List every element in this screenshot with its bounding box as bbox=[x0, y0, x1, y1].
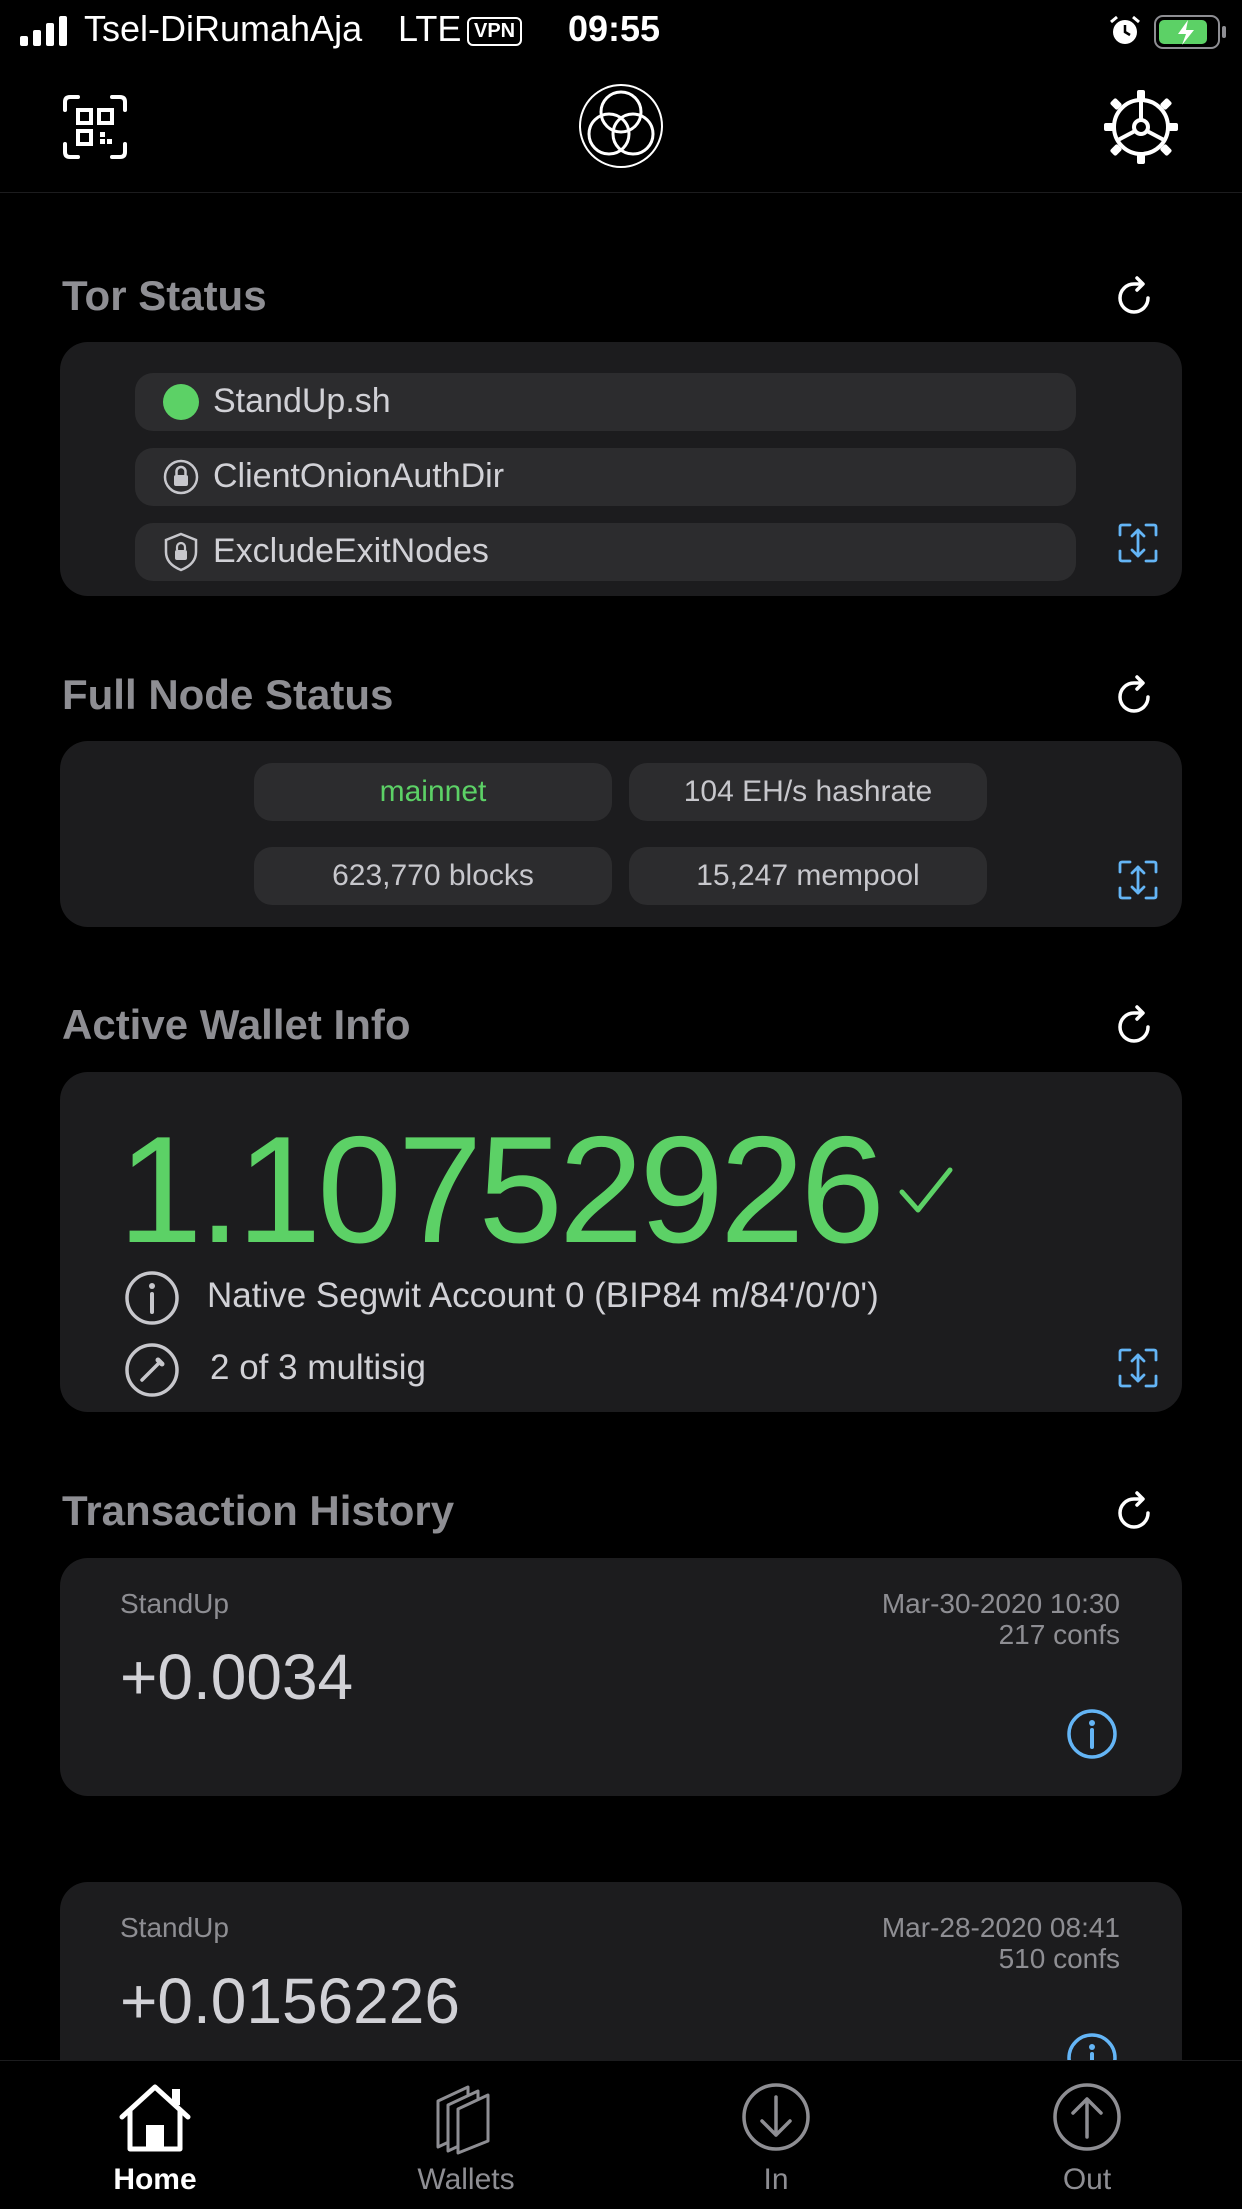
tab-out[interactable]: Out bbox=[1007, 2061, 1167, 2209]
tor-item-standup[interactable]: StandUp.sh bbox=[135, 373, 1076, 431]
carrier-name: Tsel-DiRumahAja bbox=[84, 8, 363, 49]
tx-timestamp: Mar-30-2020 10:30 217 confs bbox=[700, 1588, 1120, 1650]
mempool-badge: 15,247 mempool bbox=[629, 847, 987, 905]
wallet-expand-icon[interactable] bbox=[1116, 1346, 1160, 1390]
tx-date: Mar-28-2020 08:41 bbox=[881, 1912, 1120, 1943]
tab-in[interactable]: In bbox=[696, 2061, 856, 2209]
checkmark-icon bbox=[899, 1167, 953, 1213]
tab-label: Wallets bbox=[417, 2163, 515, 2196]
tx-date: Mar-30-2020 10:30 bbox=[881, 1588, 1120, 1619]
network-badge: mainnet bbox=[254, 763, 612, 821]
transaction-history-title: Transaction History bbox=[62, 1487, 455, 1534]
tor-item-client-onion-auth-dir[interactable]: ClientOnionAuthDir bbox=[135, 448, 1076, 506]
info-icon bbox=[125, 1271, 179, 1325]
tor-status-title: Tor Status bbox=[62, 272, 267, 319]
wallet-refresh-icon[interactable] bbox=[1110, 1003, 1158, 1051]
app-logo-icon bbox=[579, 84, 663, 168]
home-icon bbox=[119, 2084, 191, 2152]
wallet-account: Native Segwit Account 0 (BIP84 m/84'/0'/… bbox=[207, 1276, 879, 1315]
tx-timestamp: Mar-28-2020 08:41 510 confs bbox=[700, 1912, 1120, 1974]
nav-bar bbox=[0, 64, 1242, 193]
tab-label: In bbox=[763, 2163, 789, 2196]
network-type: LTE bbox=[398, 8, 462, 49]
tor-refresh-icon[interactable] bbox=[1110, 274, 1158, 322]
hashrate-badge: 104 EH/s hashrate bbox=[629, 763, 987, 821]
tor-item-exclude-exit-nodes[interactable]: ExcludeExitNodes bbox=[135, 523, 1076, 581]
tx-amount: +0.0156226 bbox=[120, 1965, 460, 2037]
info-icon[interactable] bbox=[1066, 1708, 1118, 1760]
tab-wallets[interactable]: Wallets bbox=[386, 2061, 546, 2209]
tor-item-label: ClientOnionAuthDir bbox=[213, 457, 505, 495]
tab-label: Out bbox=[1062, 2163, 1112, 2196]
tor-item-label: StandUp.sh bbox=[213, 382, 391, 420]
tx-amount: +0.0034 bbox=[120, 1641, 354, 1713]
battery-icon bbox=[1154, 15, 1226, 49]
gear-icon[interactable] bbox=[1104, 90, 1178, 164]
arrow-up-circle-icon bbox=[1053, 2083, 1121, 2151]
alarm-icon bbox=[1110, 15, 1140, 44]
transactions-refresh-icon[interactable] bbox=[1110, 1489, 1158, 1537]
arrow-down-circle-icon bbox=[742, 2083, 810, 2151]
signal-icon bbox=[20, 16, 67, 46]
tx-label: StandUp bbox=[120, 1588, 229, 1619]
tor-expand-icon[interactable] bbox=[1116, 521, 1160, 565]
wallets-icon bbox=[436, 2085, 490, 2155]
tx-confs: 510 confs bbox=[998, 1943, 1120, 1974]
tab-label: Home bbox=[113, 2163, 197, 2196]
full-node-status-card bbox=[60, 741, 1182, 927]
node-expand-icon[interactable] bbox=[1116, 858, 1160, 902]
tab-home[interactable]: Home bbox=[75, 2061, 235, 2209]
shield-lock-icon bbox=[164, 532, 198, 572]
wallet-balance: 1.10752926 bbox=[118, 1105, 885, 1275]
tor-item-label: ExcludeExitNodes bbox=[213, 532, 489, 570]
blocks-badge: 623,770 blocks bbox=[254, 847, 612, 905]
status-dot-icon bbox=[163, 384, 199, 420]
active-wallet-title: Active Wallet Info bbox=[62, 1001, 411, 1048]
tab-bar: Home Wallets In Out bbox=[0, 2060, 1242, 2209]
clock: 09:55 bbox=[568, 8, 661, 49]
wallet-type: 2 of 3 multisig bbox=[210, 1348, 426, 1387]
node-refresh-icon[interactable] bbox=[1110, 673, 1158, 721]
qr-code-icon[interactable] bbox=[62, 94, 128, 160]
tx-confs: 217 confs bbox=[998, 1619, 1120, 1650]
status-bar: Tsel-DiRumahAja LTE VPN 09:55 bbox=[0, 0, 1242, 64]
pen-icon bbox=[125, 1343, 179, 1397]
lock-icon bbox=[163, 459, 199, 495]
tx-label: StandUp bbox=[120, 1912, 229, 1943]
full-node-status-title: Full Node Status bbox=[62, 671, 394, 718]
vpn-badge: VPN bbox=[467, 17, 523, 46]
